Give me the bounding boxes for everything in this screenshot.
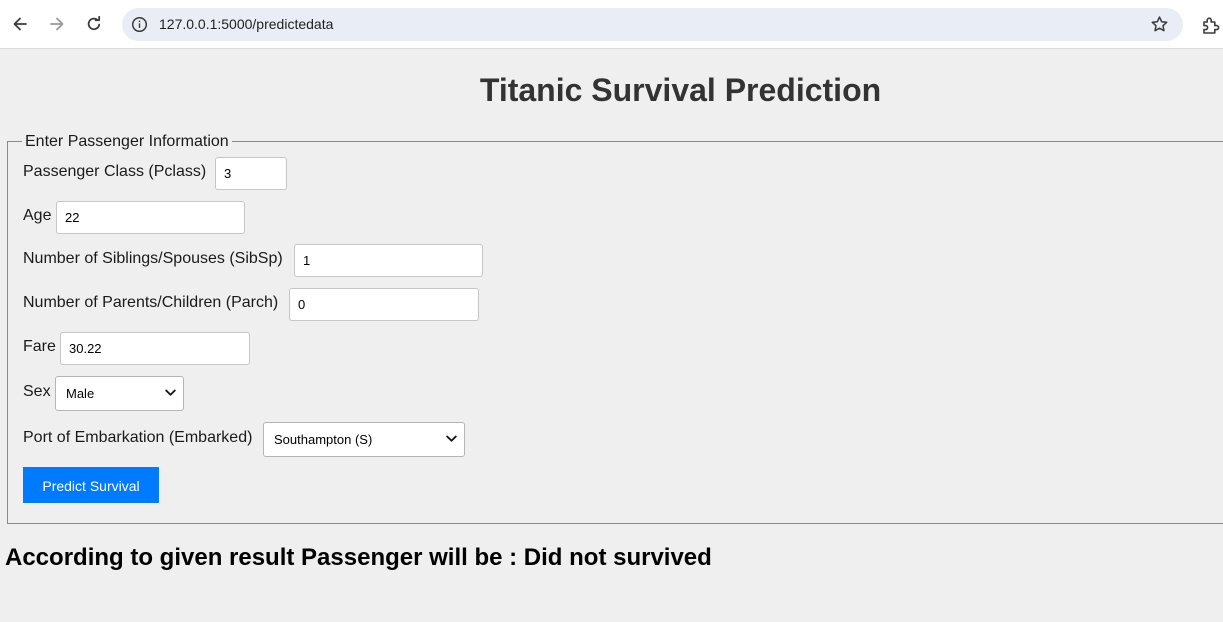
predict-survival-button[interactable]: Predict Survival [23, 467, 159, 503]
pclass-input[interactable] [215, 157, 287, 190]
embarked-select-value: Southampton (S) [274, 432, 373, 447]
extensions-icon[interactable] [1200, 14, 1222, 36]
back-button[interactable] [7, 11, 33, 37]
sibsp-label: Number of Siblings/Spouses (SibSp) [23, 250, 283, 267]
forward-button[interactable] [44, 11, 70, 37]
embarked-label: Port of Embarkation (Embarked) [23, 429, 253, 446]
browser-toolbar: 127.0.0.1:5000/predictedata [0, 0, 1223, 49]
chevron-down-icon [165, 389, 176, 396]
parch-label: Number of Parents/Children (Parch) [23, 294, 279, 311]
reload-button[interactable] [81, 11, 107, 37]
fare-input[interactable] [60, 332, 250, 365]
back-arrow-icon [13, 17, 27, 31]
passenger-info-fieldset: Enter Passenger Information Passenger Cl… [7, 132, 1223, 524]
reload-icon [87, 15, 101, 31]
pclass-label: Passenger Class (Pclass) [23, 163, 207, 180]
embarked-select[interactable]: Southampton (S) [263, 422, 465, 457]
bookmark-star-icon[interactable] [1150, 15, 1169, 34]
page-title: Titanic Survival Prediction [479, 72, 882, 108]
age-input[interactable] [56, 201, 245, 234]
sex-select-value: Male [66, 386, 95, 401]
sibsp-input[interactable] [294, 244, 483, 277]
chevron-down-icon [446, 435, 457, 442]
fare-label: Fare [23, 338, 56, 355]
sex-label: Sex [23, 383, 51, 400]
address-bar[interactable]: 127.0.0.1:5000/predictedata [122, 8, 1183, 41]
age-label: Age [23, 207, 52, 224]
site-info-icon[interactable] [131, 16, 148, 33]
forward-arrow-icon [50, 17, 64, 31]
sex-select[interactable]: Male [55, 376, 184, 411]
parch-input[interactable] [289, 288, 479, 321]
page-content: Titanic Survival Prediction Enter Passen… [0, 49, 1223, 622]
fieldset-legend: Enter Passenger Information [22, 132, 232, 152]
url-text[interactable]: 127.0.0.1:5000/predictedata [159, 16, 333, 32]
prediction-result: According to given result Passenger will… [5, 544, 712, 571]
